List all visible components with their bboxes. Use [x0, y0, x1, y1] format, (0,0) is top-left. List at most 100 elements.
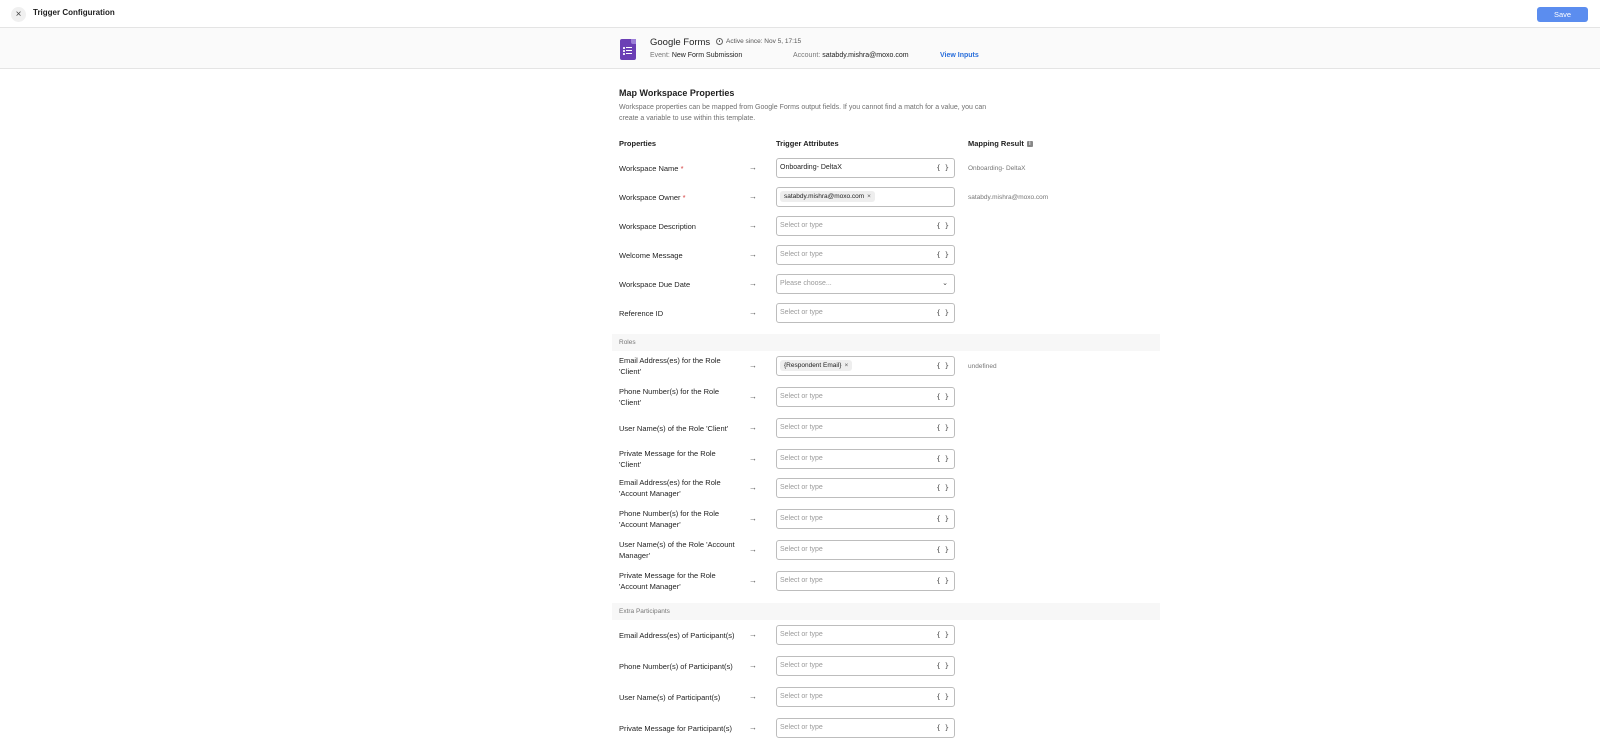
field-placeholder: Select or type	[780, 515, 823, 522]
row-label-manager-email: Email Address(es) for the Role 'Account …	[619, 478, 721, 498]
arrow-right-icon: →	[749, 514, 757, 523]
row-label-workspace-due-date: Workspace Due Date	[619, 280, 691, 289]
client-private-message-field[interactable]: Select or type { }	[776, 449, 955, 469]
column-header-mapping-result: Mapping Result i	[968, 139, 1033, 148]
field-placeholder: Select or type	[780, 662, 823, 669]
variable-braces-icon[interactable]: { }	[936, 693, 949, 701]
field-placeholder: Select or type	[780, 393, 823, 400]
field-placeholder: Please choose...	[780, 280, 832, 287]
participant-phone-field[interactable]: Select or type { }	[776, 656, 955, 676]
remove-chip-icon[interactable]: ×	[844, 362, 848, 369]
row-label-participant-phone: Phone Number(s) of Participant(s)	[619, 662, 733, 671]
variable-braces-icon[interactable]: { }	[936, 484, 949, 492]
variable-braces-icon[interactable]: { }	[936, 631, 949, 639]
field-placeholder: Select or type	[780, 546, 823, 553]
arrow-right-icon: →	[749, 723, 757, 732]
column-header-properties: Properties	[619, 139, 657, 148]
variable-braces-icon[interactable]: { }	[936, 546, 949, 554]
arrow-right-icon: →	[749, 483, 757, 492]
save-button[interactable]: Save	[1537, 7, 1588, 22]
manager-username-field[interactable]: Select or type { }	[776, 540, 955, 560]
value-chip: {Respondent Email} ×	[780, 360, 853, 371]
remove-chip-icon[interactable]: ×	[867, 193, 871, 200]
manager-private-message-field[interactable]: Select or type { }	[776, 571, 955, 591]
client-phone-field[interactable]: Select or type { }	[776, 387, 955, 407]
field-placeholder: Select or type	[780, 309, 823, 316]
manager-email-field[interactable]: Select or type { }	[776, 478, 955, 498]
arrow-right-icon: →	[749, 423, 757, 432]
mapping-result-value: undefined	[968, 363, 997, 370]
field-placeholder: Select or type	[780, 693, 823, 700]
field-value: Onboarding- DeltaX	[780, 164, 842, 171]
variable-braces-icon[interactable]: { }	[936, 309, 949, 317]
manager-phone-field[interactable]: Select or type { }	[776, 509, 955, 529]
variable-braces-icon[interactable]: { }	[936, 424, 949, 432]
mapping-result-label: Mapping Result	[968, 139, 1024, 148]
account-value: satabdy.mishra@moxo.com	[822, 52, 909, 59]
participant-username-field[interactable]: Select or type { }	[776, 687, 955, 707]
trigger-summary	[0, 28, 1600, 69]
row-label-workspace-name: Workspace Name *	[619, 164, 684, 173]
field-value: {Respondent Email} ×	[780, 360, 853, 371]
welcome-message-field[interactable]: Select or type { }	[776, 245, 955, 265]
field-placeholder: Select or type	[780, 577, 823, 584]
workspace-description-field[interactable]: Select or type { }	[776, 216, 955, 236]
field-placeholder: Select or type	[780, 631, 823, 638]
arrow-right-icon: →	[749, 692, 757, 701]
arrow-right-icon: →	[749, 661, 757, 670]
arrow-right-icon: →	[749, 192, 757, 201]
variable-braces-icon[interactable]: { }	[936, 662, 949, 670]
arrow-right-icon: →	[749, 361, 757, 370]
trigger-event: Event: New Form Submission	[650, 52, 742, 59]
variable-braces-icon[interactable]: { }	[936, 393, 949, 401]
page-title: Trigger Configuration	[33, 8, 115, 17]
event-label: Event:	[650, 52, 670, 59]
arrow-right-icon: →	[749, 392, 757, 401]
extra-participants-group-header: Extra Participants	[612, 603, 1160, 620]
close-button[interactable]: ×	[11, 7, 26, 22]
field-placeholder: Select or type	[780, 251, 823, 258]
row-label-manager-phone: Phone Number(s) for the Role 'Account Ma…	[619, 509, 720, 529]
event-value: New Form Submission	[671, 52, 743, 59]
participant-email-field[interactable]: Select or type { }	[776, 625, 955, 645]
variable-braces-icon[interactable]: { }	[936, 164, 949, 172]
client-email-field[interactable]: {Respondent Email} × { }	[776, 356, 955, 376]
arrow-right-icon: →	[749, 221, 757, 230]
variable-braces-icon[interactable]: { }	[936, 577, 949, 585]
clock-icon	[716, 38, 723, 45]
close-icon: ×	[15, 9, 22, 20]
client-username-field[interactable]: Select or type { }	[776, 418, 955, 438]
top-bar: × Trigger Configuration Save	[0, 0, 1600, 28]
info-icon[interactable]: i	[1026, 141, 1033, 148]
row-label-manager-username: User Name(s) of the Role 'Account Manage…	[619, 540, 735, 560]
workspace-owner-field[interactable]: satabdy.mishra@moxo.com ×	[776, 187, 955, 207]
chevron-down-icon: ⌄	[942, 280, 948, 287]
arrow-right-icon: →	[749, 163, 757, 172]
variable-braces-icon[interactable]: { }	[936, 222, 949, 230]
required-marker: *	[682, 193, 686, 202]
variable-braces-icon[interactable]: { }	[936, 455, 949, 463]
row-label-client-email: Email Address(es) for the Role 'Client'	[619, 356, 721, 376]
arrow-right-icon: →	[749, 545, 757, 554]
view-inputs-link[interactable]: View Inputs	[940, 52, 979, 59]
row-label-participant-private-message: Private Message for Participant(s)	[619, 724, 732, 733]
account-label: Account:	[793, 52, 821, 59]
variable-braces-icon[interactable]: { }	[936, 724, 949, 732]
row-label-manager-private-message: Private Message for the Role 'Account Ma…	[619, 571, 716, 591]
variable-braces-icon[interactable]: { }	[936, 515, 949, 523]
reference-id-field[interactable]: Select or type { }	[776, 303, 955, 323]
participant-private-message-field[interactable]: Select or type { }	[776, 718, 955, 738]
workspace-name-field[interactable]: Onboarding- DeltaX { }	[776, 158, 955, 178]
workspace-due-date-select[interactable]: Please choose... ⌄	[776, 274, 955, 294]
field-value: satabdy.mishra@moxo.com ×	[780, 191, 875, 202]
google-forms-icon	[620, 39, 636, 60]
active-since-text: Active since: Nov 5, 17:15	[726, 38, 802, 45]
field-placeholder: Select or type	[780, 724, 823, 731]
variable-braces-icon[interactable]: { }	[936, 362, 949, 370]
row-label-client-username: User Name(s) of the Role 'Client'	[619, 424, 729, 433]
field-placeholder: Select or type	[780, 424, 823, 431]
variable-braces-icon[interactable]: { }	[936, 251, 949, 259]
row-label-workspace-description: Workspace Description	[619, 222, 696, 231]
section-title: Map Workspace Properties	[619, 88, 735, 98]
arrow-right-icon: →	[749, 454, 757, 463]
